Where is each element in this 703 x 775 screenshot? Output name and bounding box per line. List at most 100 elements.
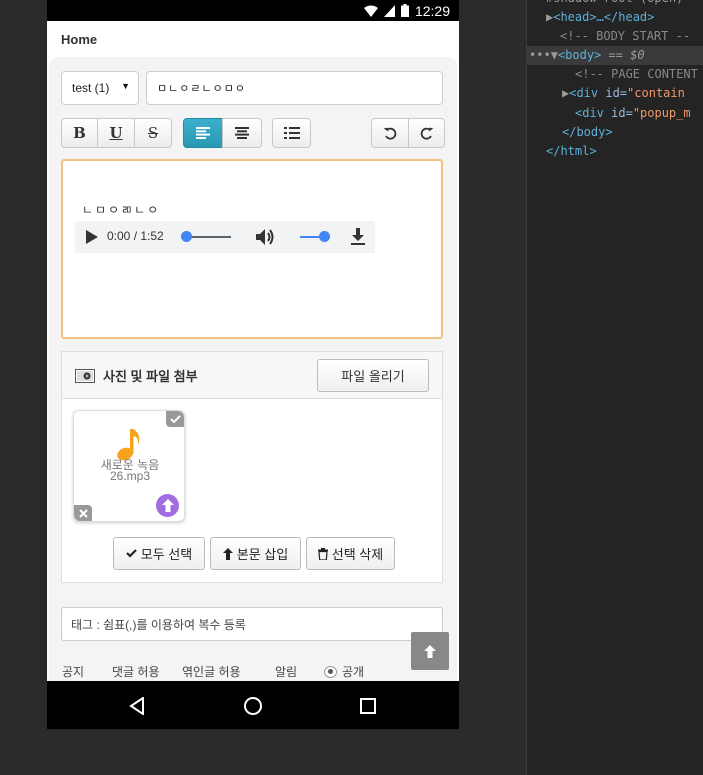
editor-body-text: ㄴㅁㅇㄻㄴㅇ: [82, 203, 161, 217]
public-radio[interactable]: [324, 665, 337, 678]
option-notice[interactable]: 공지: [62, 663, 112, 680]
dt-selected-ref: == $0: [608, 48, 645, 62]
attached-file-name: 새로운 녹음 26.mp3: [74, 459, 186, 483]
list-button[interactable]: [272, 118, 311, 148]
dt-id-value: "popup_m: [632, 106, 691, 120]
dt-div-tag: <div: [575, 106, 612, 120]
dt-collapse-arrow-icon: ▼: [550, 48, 558, 62]
dt-container-node[interactable]: ▶<div id="contain: [562, 84, 685, 103]
select-all-button[interactable]: 모두 선택: [113, 537, 205, 570]
undo-icon: [383, 127, 397, 140]
tag-input[interactable]: 태그 : 쉼표(,)를 이용하여 복수 등록: [61, 607, 443, 641]
option-allow-comments[interactable]: 댓글 허용: [112, 663, 182, 680]
strike-label: S: [147, 124, 159, 142]
arrow-up-icon: [424, 644, 436, 658]
check-icon: [125, 549, 137, 558]
bullet-list-icon: [283, 127, 300, 139]
underline-button[interactable]: U: [97, 118, 135, 148]
file-upload-button[interactable]: 파일 올리기: [317, 359, 429, 392]
attachment-panel: 사진 및 파일 첨부 파일 올리기 새로운 녹음 26.mp3 모두 선택 본문…: [61, 351, 443, 583]
editor-toolbar: B U S: [61, 118, 445, 148]
align-center-button[interactable]: [222, 118, 262, 148]
dt-html-close[interactable]: </html>: [546, 142, 597, 161]
align-left-icon: [196, 127, 210, 139]
select-all-label: 모두 선택: [140, 547, 193, 562]
dt-shadow-root[interactable]: #shadow-root (open): [546, 0, 683, 8]
recents-icon[interactable]: [360, 698, 376, 714]
attachment-title-text: 사진 및 파일 첨부: [103, 369, 198, 384]
volume-thumb[interactable]: [319, 231, 330, 242]
play-icon[interactable]: [86, 230, 98, 244]
scroll-top-button[interactable]: [411, 632, 449, 670]
redo-icon: [420, 127, 433, 140]
dt-div-tag: <div: [569, 86, 606, 100]
underline-label: U: [109, 124, 123, 142]
upload-arrow-icon[interactable]: [156, 494, 179, 517]
post-options: 공지 댓글 허용 엮인글 허용 알림 공개: [62, 663, 364, 680]
file-name-line2: 26.mp3: [109, 469, 151, 483]
redo-button[interactable]: [408, 118, 445, 148]
status-bar: 12:29: [47, 0, 459, 21]
camera-icon: [75, 368, 95, 383]
write-form: test (1) ▼ ㅁㄴㅇㄹㄴㅇㅁㅇ B U S ㄴㅁㅇㄻㄴㅇ 0:00 / …: [49, 57, 457, 681]
status-time: 12:29: [414, 2, 450, 19]
delete-selected-button[interactable]: 선택 삭제: [306, 537, 395, 570]
home-icon[interactable]: [243, 696, 263, 716]
signal-icon: [383, 4, 395, 17]
audio-player: 0:00 / 1:52: [75, 221, 375, 253]
download-icon[interactable]: [351, 228, 365, 245]
dt-popup-node[interactable]: <div id="popup_m: [575, 104, 691, 123]
arrow-up-icon: [222, 547, 233, 560]
bold-button[interactable]: B: [61, 118, 98, 148]
audio-time: 0:00 / 1:52: [107, 229, 164, 243]
insert-body-label: 본문 삽입: [236, 547, 289, 562]
undo-button[interactable]: [371, 118, 409, 148]
align-center-icon: [235, 127, 249, 139]
tag-input-placeholder: 태그 : 쉼표(,)를 이용하여 복수 등록: [71, 617, 246, 632]
seek-thumb[interactable]: [181, 231, 192, 242]
back-icon[interactable]: [129, 697, 145, 715]
music-note-icon: [117, 429, 140, 461]
category-select[interactable]: test (1) ▼: [61, 71, 139, 105]
attached-file-card[interactable]: 새로운 녹음 26.mp3: [73, 410, 185, 522]
dt-head-node[interactable]: ▶<head>…</head>: [546, 8, 654, 27]
dt-id-value: "contain: [627, 86, 685, 100]
title-input[interactable]: ㅁㄴㅇㄹㄴㅇㅁㅇ: [146, 71, 443, 105]
title-row: test (1) ▼ ㅁㄴㅇㄹㄴㅇㅁㅇ: [61, 71, 443, 105]
dt-page-content-comment[interactable]: <!-- PAGE CONTENT: [575, 65, 698, 84]
category-select-value: test (1): [72, 81, 110, 95]
insert-into-body-button[interactable]: 본문 삽입: [210, 537, 301, 570]
dt-body-start-comment[interactable]: <!-- BODY START --: [560, 27, 690, 46]
delete-selected-label: 선택 삭제: [331, 547, 384, 562]
option-public[interactable]: 공개: [342, 663, 364, 680]
select-check-icon[interactable]: [166, 411, 184, 427]
radio-dot: [327, 669, 333, 674]
remove-file-icon[interactable]: [74, 505, 92, 521]
dt-body-node[interactable]: •••▼<body> == $0: [527, 46, 703, 65]
dt-id-attr: id=: [611, 106, 633, 120]
dt-body-close[interactable]: </body>: [562, 123, 613, 142]
rich-text-editor[interactable]: ㄴㅁㅇㄻㄴㅇ 0:00 / 1:52: [61, 159, 443, 339]
app-bar: Home: [47, 21, 459, 57]
dt-body-tag: <body>: [557, 48, 602, 62]
battery-icon: [400, 4, 409, 17]
option-allow-linked[interactable]: 엮인글 허용: [182, 663, 275, 680]
option-alert[interactable]: 알림: [275, 663, 324, 680]
dt-head-tag: <head>…</head>: [553, 10, 655, 24]
align-left-button[interactable]: [183, 118, 223, 148]
attachment-title: 사진 및 파일 첨부: [75, 366, 198, 385]
dt-more-icon: •••: [529, 48, 551, 62]
wifi-icon: [363, 5, 378, 17]
title-input-value: ㅁㄴㅇㄹㄴㅇㅁㅇ: [157, 83, 246, 95]
devtools-elements-panel: #shadow-root (open) ▶<head>…</head> <!--…: [526, 0, 703, 775]
trash-icon: [317, 547, 328, 560]
phone-screen: 12:29 Home test (1) ▼ ㅁㄴㅇㄹㄴㅇㅁㅇ B U S ㄴㅁㅇ…: [47, 0, 459, 729]
attachment-header: 사진 및 파일 첨부 파일 올리기: [62, 352, 442, 399]
bold-label: B: [73, 124, 86, 142]
dropdown-caret-icon: ▼: [121, 81, 130, 91]
android-nav-bar: [47, 681, 459, 729]
strikethrough-button[interactable]: S: [134, 118, 172, 148]
volume-icon[interactable]: [256, 228, 276, 246]
app-title[interactable]: Home: [61, 32, 97, 47]
dt-id-attr: id=: [605, 86, 628, 100]
